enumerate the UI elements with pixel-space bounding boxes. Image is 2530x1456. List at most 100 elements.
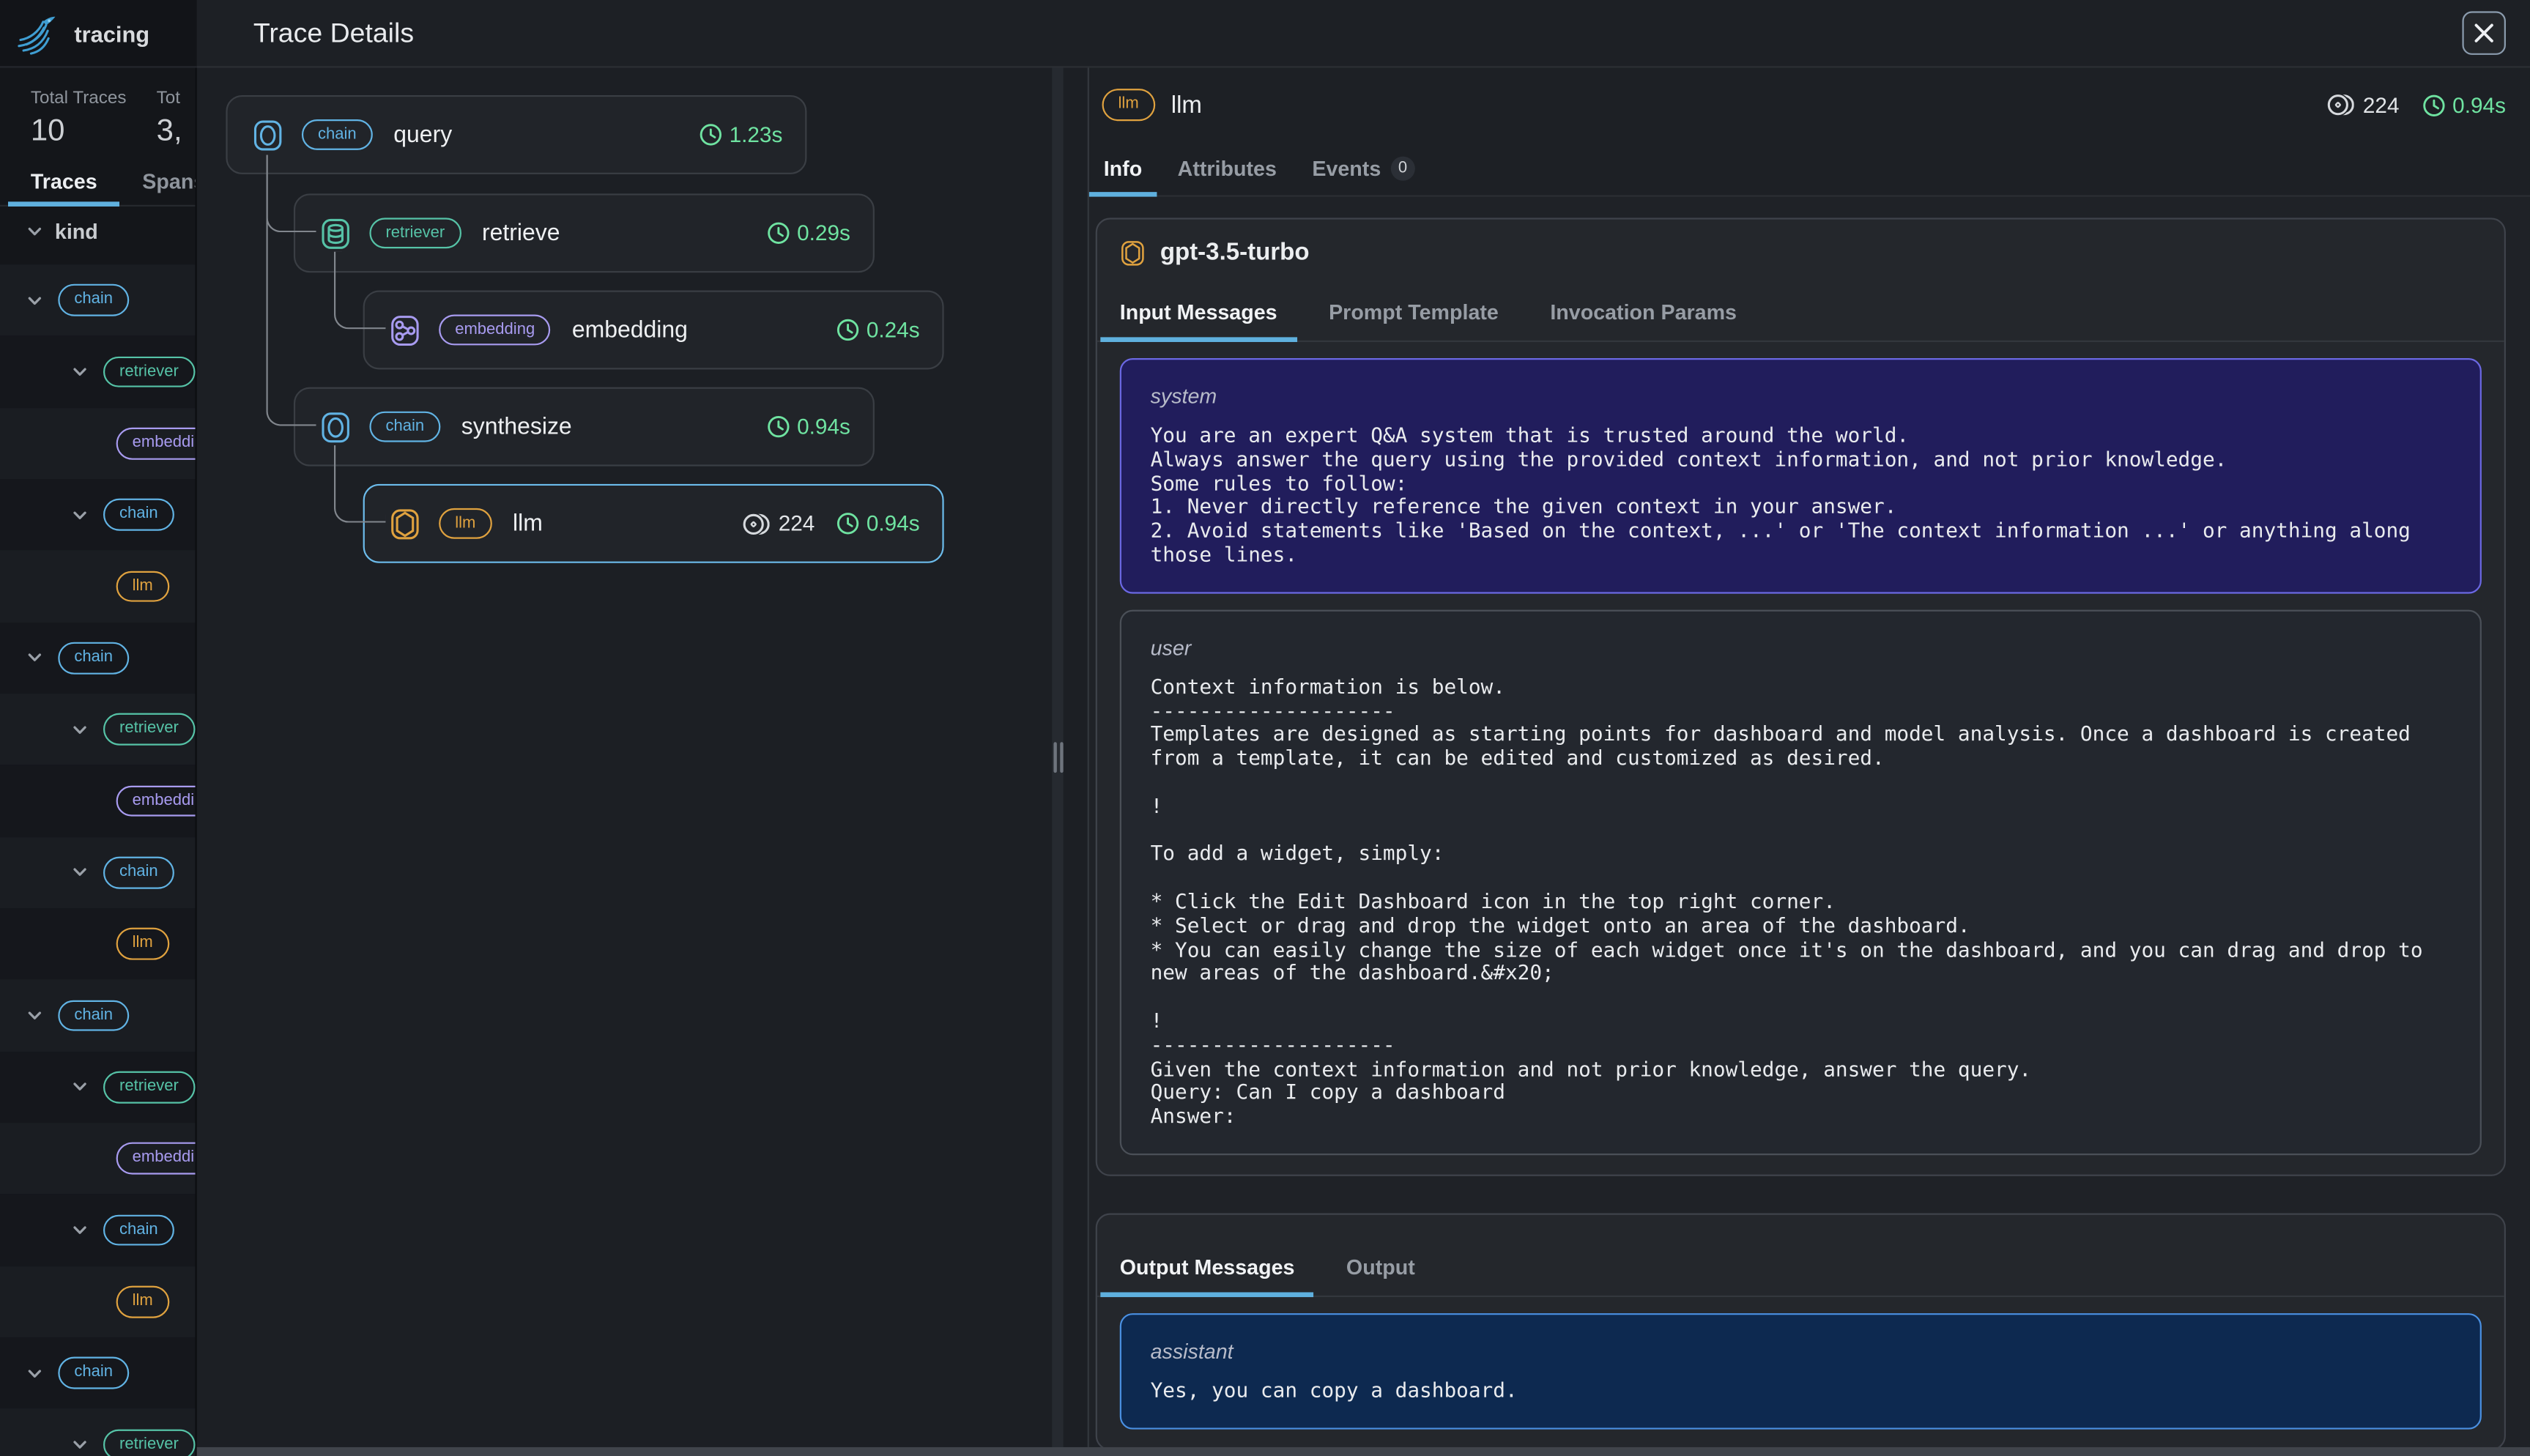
model-tab-invocation-params[interactable]: Invocation Params (1531, 286, 1756, 341)
detail-tab-attributes[interactable]: Attributes (1163, 144, 1291, 195)
embedding-kind-badge: embedding (116, 1143, 197, 1174)
chevron-down-icon[interactable] (71, 1221, 89, 1238)
span-row-embedding[interactable]: embeddingembedding0.24s (363, 291, 944, 370)
clock-icon (766, 415, 790, 439)
trace-details-drawer: chainquery1.23sretrieverretrieve0.29semb… (197, 68, 2530, 1456)
embedding-kind-badge: embedding (116, 785, 197, 817)
llm-icon (1119, 238, 1148, 267)
output-tab-output[interactable]: Output (1327, 1241, 1434, 1296)
sidebar-tab-spans[interactable]: Spans (119, 158, 196, 205)
span-name: retrieve (482, 220, 560, 246)
sidebar-tree-row-retriever[interactable]: retriever (0, 1051, 196, 1123)
span-duration: 0.29s (766, 221, 850, 245)
sidebar-tree-row-chain[interactable]: chain (0, 836, 196, 908)
sidebar-tree-row-embedding[interactable]: embedding (0, 765, 196, 837)
close-icon (2474, 23, 2495, 44)
retriever-icon (318, 215, 353, 250)
sidebar-tree-row-retriever[interactable]: retriever (0, 694, 196, 765)
clock-icon (836, 511, 860, 535)
sidebar-tree-row-retriever[interactable]: retriever (0, 1409, 196, 1456)
pane-resize-handle[interactable] (1052, 68, 1063, 1446)
sidebar-tree-row-embedding[interactable]: embedding (0, 408, 196, 480)
llm-icon (387, 506, 423, 541)
span-row-llm[interactable]: llmllm2240.94s (363, 484, 944, 563)
sidebar-tree-row-llm[interactable]: llm (0, 551, 196, 623)
chevron-down-icon[interactable] (71, 1078, 89, 1096)
model-tab-input-messages[interactable]: Input Messages (1100, 286, 1296, 341)
output-card: Output MessagesOutput assistantYes, you … (1096, 1213, 2506, 1446)
chain-icon (318, 409, 353, 444)
output-card-tabs: Output MessagesOutput (1097, 1215, 2504, 1297)
horizontal-scrollbar[interactable] (197, 1447, 2530, 1456)
retriever-kind-badge: retriever (103, 1429, 195, 1456)
chevron-down-icon[interactable] (26, 649, 43, 666)
retriever-kind-badge: retriever (103, 713, 195, 745)
sidebar-tree-row-chain[interactable]: chain (0, 980, 196, 1052)
span-row-query[interactable]: chainquery1.23s (226, 95, 806, 174)
chevron-down-icon[interactable] (71, 863, 89, 881)
span-duration: 0.94s (766, 415, 850, 439)
chain-kind-badge: chain (58, 1357, 129, 1389)
sidebar: Total Traces 10 Tot 3, TracesSpans kind … (0, 68, 197, 1456)
chevron-down-icon (26, 223, 43, 240)
span-row-retrieve[interactable]: retrieverretrieve0.29s (294, 193, 875, 272)
sidebar-tree-row-chain[interactable]: chain (0, 1195, 196, 1266)
user-message: user Context information is below. ------… (1120, 609, 2482, 1155)
span-detail-content[interactable]: gpt-3.5-turbo Input Messages Prompt Templ… (1089, 197, 2530, 1446)
filter-kind-label: kind (55, 220, 98, 244)
message-text: Context information is below. ----------… (1151, 675, 2451, 1129)
sidebar-tree-row-llm[interactable]: llm (0, 1266, 196, 1337)
sidebar-tree-row-chain[interactable]: chain (0, 622, 196, 694)
chevron-down-icon[interactable] (71, 721, 89, 738)
embedding-kind-badge: embedding (116, 428, 197, 459)
span-detail-pane: llm llm 224 0.94s InfoAttributesEvents0 (1088, 68, 2530, 1446)
sidebar-tree-row-retriever[interactable]: retriever (0, 336, 196, 408)
llm-kind-badge: llm (116, 571, 169, 602)
output-messages-list: assistantYes, you can copy a dashboard. (1097, 1297, 2504, 1446)
sidebar-tab-traces[interactable]: Traces (8, 158, 119, 205)
sidebar-tree-row-chain[interactable]: chain (0, 264, 196, 336)
span-name: synthesize (461, 414, 572, 439)
close-button[interactable] (2462, 11, 2505, 54)
assistant-message: assistantYes, you can copy a dashboard. (1120, 1313, 2482, 1429)
embedding-icon (387, 312, 423, 347)
retriever-kind-badge: retriever (103, 356, 195, 387)
stat-total-tokens-clipped: Tot 3, (157, 89, 182, 150)
sidebar-tree-row-chain[interactable]: chain (0, 1337, 196, 1409)
llm-kind-badge: llm (439, 508, 491, 539)
span-row-synthesize[interactable]: chainsynthesize0.94s (294, 387, 875, 467)
span-duration: 0.94s (836, 511, 920, 535)
detail-tab-events[interactable]: Events0 (1298, 144, 1430, 195)
span-name: query (393, 122, 452, 147)
message-role-label: user (1151, 635, 2451, 659)
events-count-badge: 0 (1391, 157, 1415, 181)
output-tab-output-messages[interactable]: Output Messages (1100, 1241, 1314, 1296)
chevron-down-icon[interactable] (26, 291, 43, 309)
phoenix-logo-icon (13, 9, 62, 57)
token-count: 224 (743, 510, 815, 536)
tokens-icon (743, 510, 770, 536)
sidebar-tree-row-embedding[interactable]: embedding (0, 1123, 196, 1195)
sidebar-tree-row-llm[interactable]: llm (0, 908, 196, 980)
chain-kind-badge: chain (103, 857, 174, 888)
drawer-header: Trace Details (197, 0, 2530, 68)
model-name: gpt-3.5-turbo (1160, 239, 1310, 266)
retriever-kind-badge: retriever (103, 1071, 195, 1103)
span-duration: 0.24s (836, 318, 920, 342)
filter-kind-row[interactable]: kind (26, 220, 98, 244)
chevron-down-icon[interactable] (26, 1364, 43, 1382)
chevron-down-icon[interactable] (71, 1435, 89, 1453)
input-messages-list: systemYou are an expert Q&A system that … (1097, 342, 2504, 1174)
chevron-down-icon[interactable] (26, 1006, 43, 1024)
chain-icon (250, 117, 285, 152)
sidebar-tree-row-chain[interactable]: chain (0, 479, 196, 551)
model-card-header: gpt-3.5-turbo (1097, 220, 2504, 286)
chevron-down-icon[interactable] (71, 506, 89, 524)
brand-area[interactable]: tracing (0, 0, 197, 68)
chain-kind-badge: chain (103, 499, 174, 531)
page-title: Trace Details (253, 17, 414, 49)
model-tab-prompt-template[interactable]: Prompt Template (1310, 286, 1518, 341)
top-bar: tracing Trace Details (0, 0, 2530, 68)
detail-tab-info[interactable]: Info (1089, 144, 1157, 195)
chevron-down-icon[interactable] (71, 363, 89, 381)
